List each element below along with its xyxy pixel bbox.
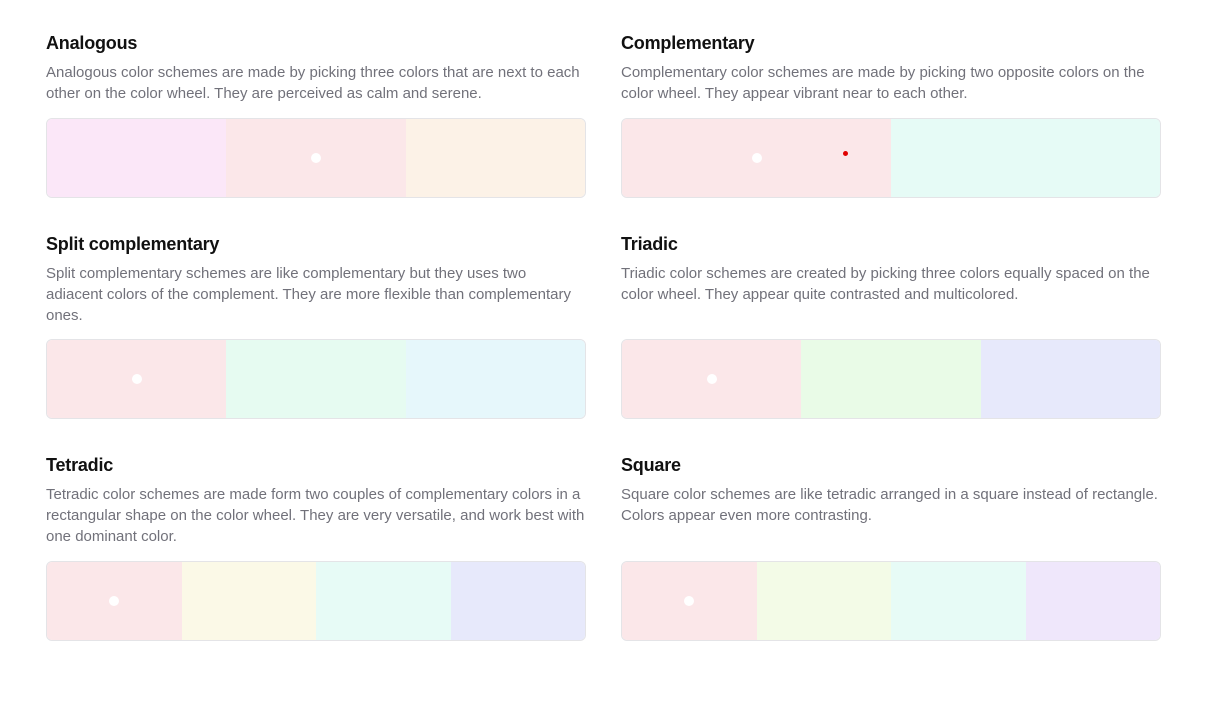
color-swatch[interactable]: [316, 562, 451, 640]
scheme-description: Square color schemes are like tetradic a…: [621, 486, 1158, 524]
color-swatch[interactable]: [756, 562, 891, 640]
base-color-indicator: [706, 374, 717, 384]
scheme-title: Complementary: [621, 33, 755, 53]
color-swatch[interactable]: [226, 340, 406, 418]
base-color-indicator: [310, 153, 321, 163]
palette: [46, 561, 586, 641]
color-swatch[interactable]: [405, 119, 585, 197]
base-color-indicator: [109, 596, 120, 606]
mouse-cursor-indicator: [843, 151, 848, 156]
color-swatch[interactable]: [47, 340, 227, 418]
color-swatch[interactable]: [622, 340, 802, 418]
color-swatch[interactable]: [226, 119, 406, 197]
color-schemes-grid: Analogous Analogous color schemes are ma…: [0, 0, 1218, 703]
color-swatch[interactable]: [405, 340, 585, 418]
scheme-description: Triadic color schemes are created by pic…: [621, 265, 1150, 303]
palette: [46, 118, 586, 198]
color-swatch[interactable]: [450, 562, 585, 640]
color-swatch[interactable]: [622, 562, 757, 640]
color-swatch[interactable]: [622, 119, 891, 197]
palette: [621, 561, 1161, 641]
palette: [621, 339, 1161, 419]
color-swatch[interactable]: [891, 119, 1160, 197]
palette: [46, 339, 586, 419]
scheme-title: Triadic: [621, 234, 678, 254]
base-color-indicator: [751, 153, 762, 163]
color-swatch[interactable]: [891, 562, 1026, 640]
scheme-description: Tetradic color schemes are made form two…: [46, 486, 585, 545]
scheme-title: Square: [621, 455, 681, 475]
color-swatch[interactable]: [801, 340, 981, 418]
scheme-description: Split complementary schemes are like com…: [46, 265, 571, 324]
color-swatch[interactable]: [47, 119, 227, 197]
color-swatch[interactable]: [980, 340, 1160, 418]
color-swatch[interactable]: [181, 562, 316, 640]
palette: [621, 118, 1161, 198]
scheme-description: Complementary color schemes are made by …: [621, 64, 1145, 102]
scheme-title: Tetradic: [46, 455, 114, 475]
base-color-indicator: [684, 596, 695, 606]
scheme-title: Split complementary: [46, 234, 220, 254]
scheme-description: Analogous color schemes are made by pick…: [46, 64, 580, 102]
scheme-title: Analogous: [46, 33, 138, 53]
color-swatch[interactable]: [1025, 562, 1160, 640]
color-swatch[interactable]: [47, 562, 182, 640]
base-color-indicator: [131, 374, 142, 384]
